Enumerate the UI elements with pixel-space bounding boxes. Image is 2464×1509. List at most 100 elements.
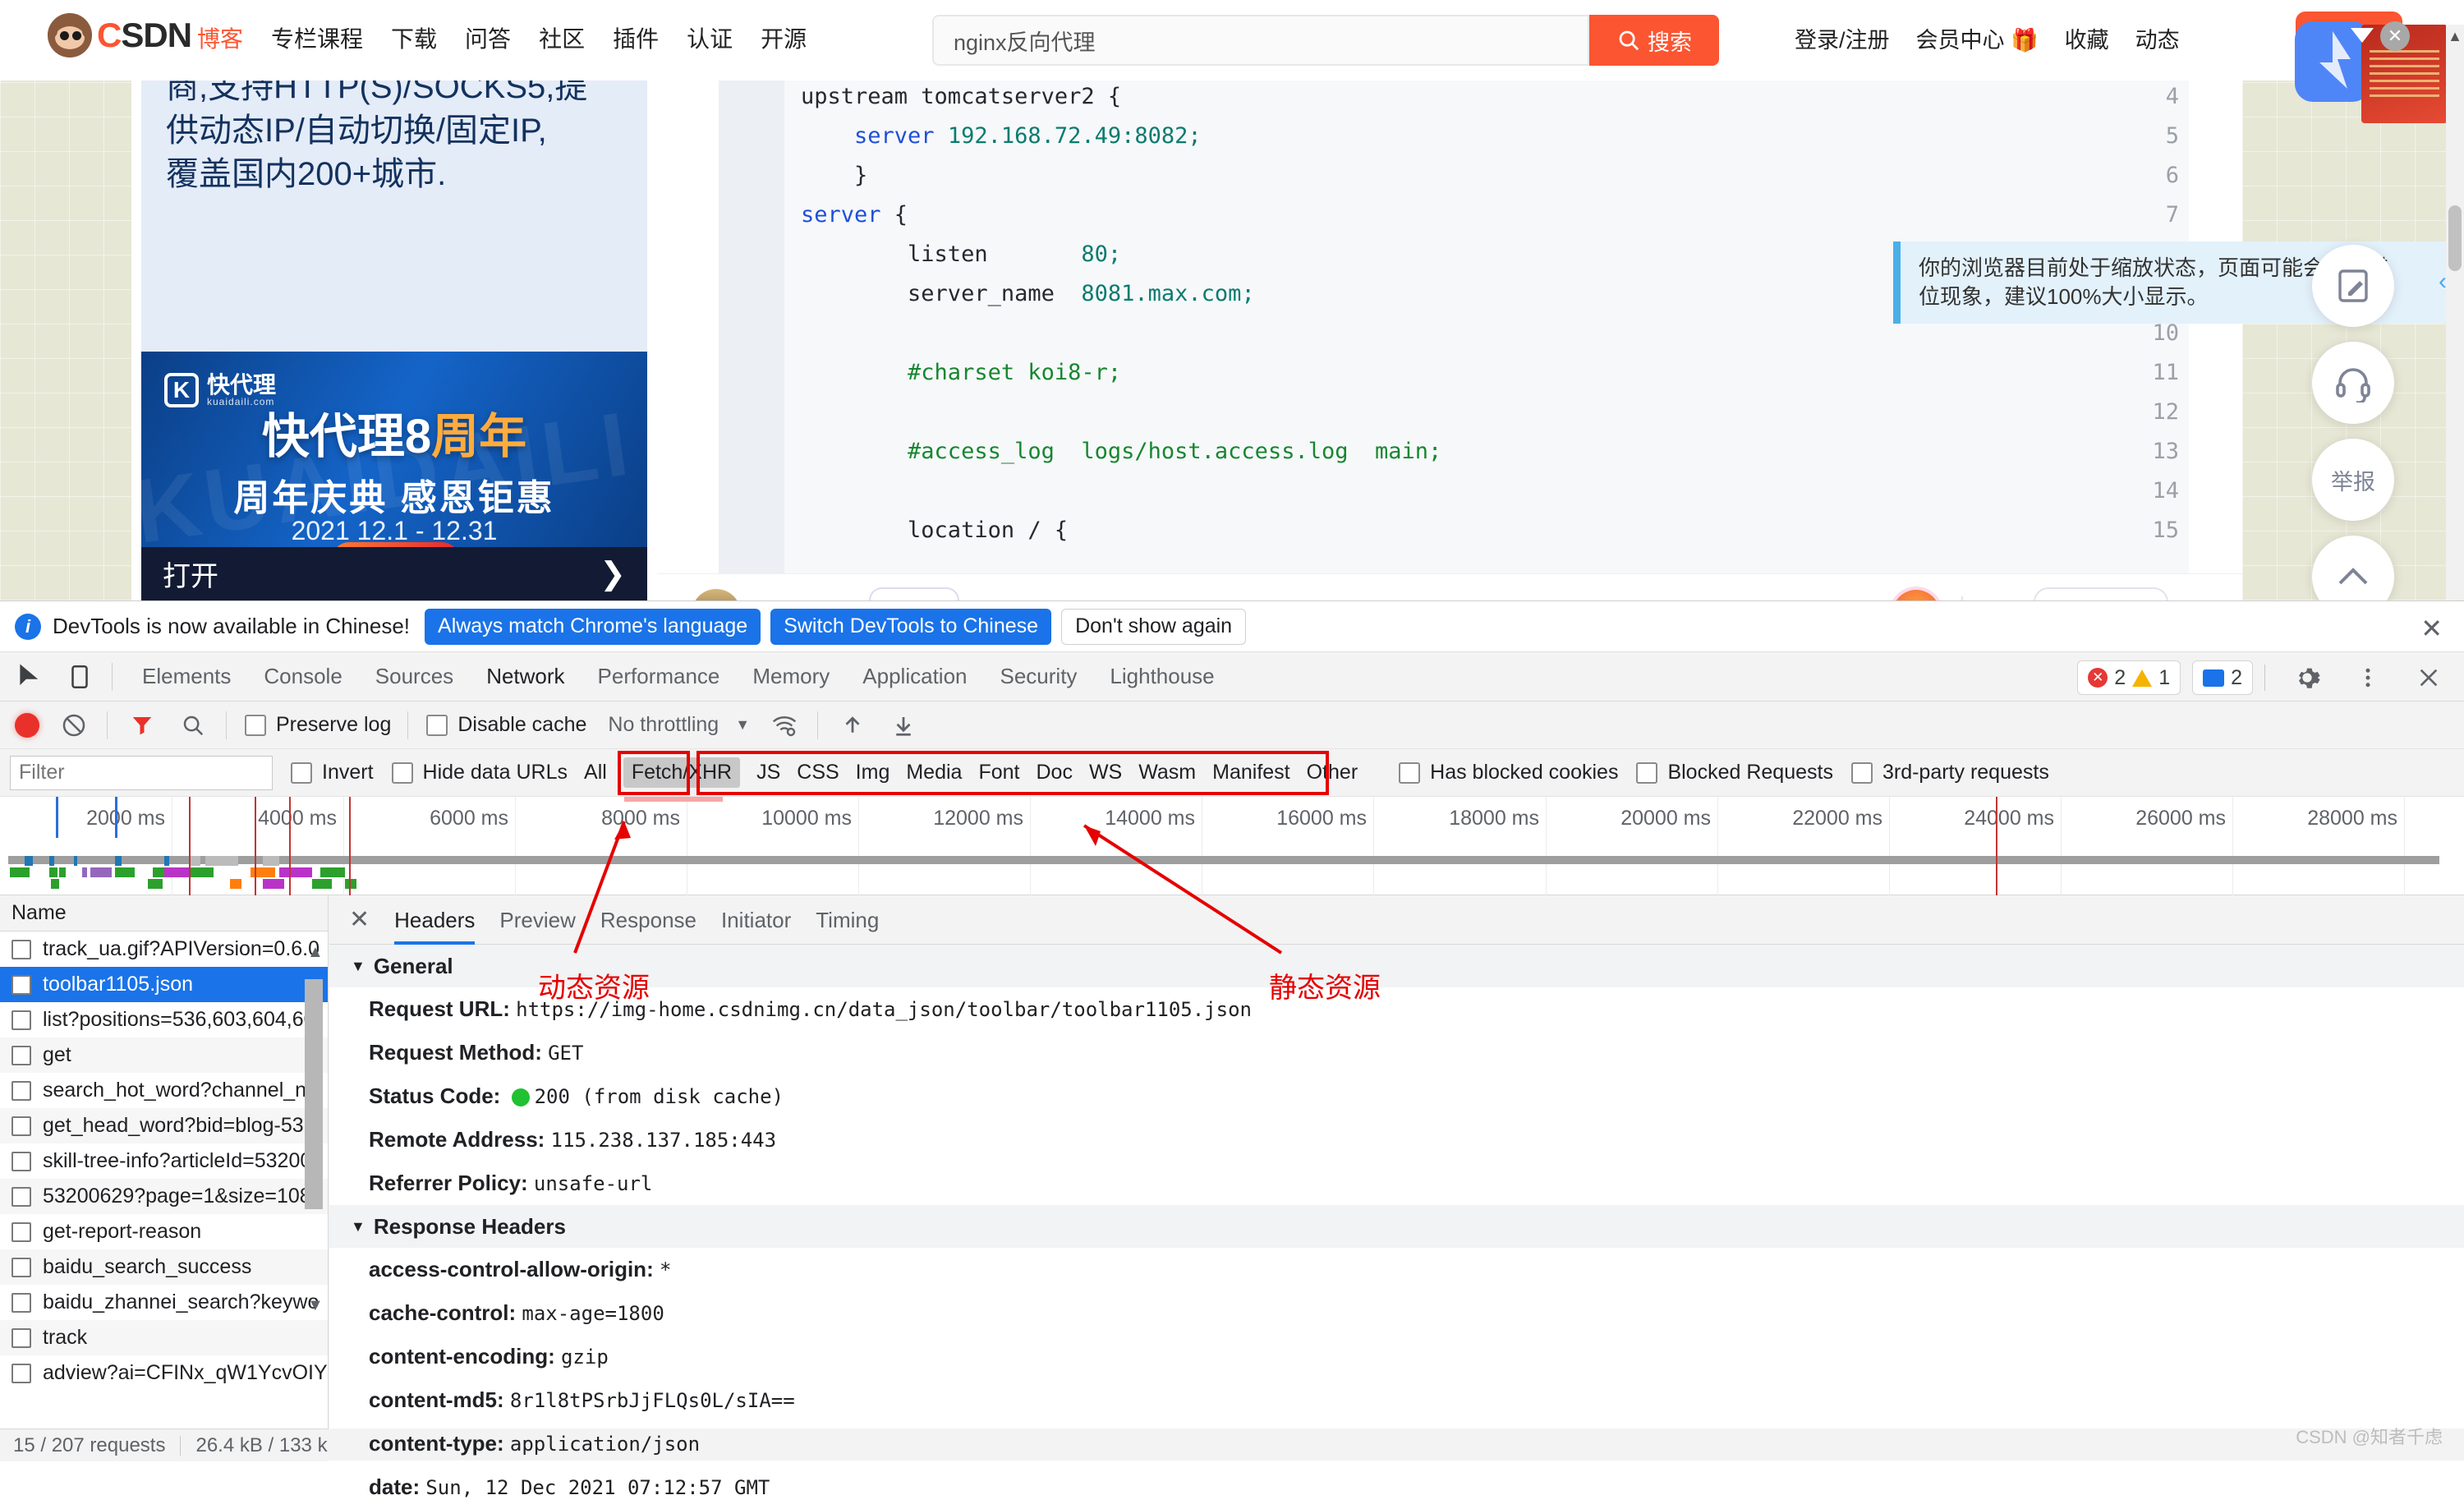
details-tab-preview[interactable]: Preview bbox=[499, 895, 575, 945]
gear-icon[interactable] bbox=[2288, 659, 2326, 697]
tab-elements[interactable]: Elements bbox=[126, 664, 247, 689]
blocked-requests-checkbox[interactable]: Blocked Requests bbox=[1636, 761, 1833, 784]
nav-item-6[interactable]: 认证 bbox=[687, 21, 733, 54]
headset-icon[interactable] bbox=[2312, 342, 2394, 424]
banner-close-icon[interactable]: ✕ bbox=[2380, 21, 2410, 51]
disable-cache-checkbox[interactable]: Disable cache bbox=[426, 713, 586, 737]
csdn-logo[interactable]: CSDN bbox=[48, 13, 192, 58]
tab-network[interactable]: Network bbox=[470, 664, 581, 689]
has-blocked-cookies-checkbox[interactable]: Has blocked cookies bbox=[1399, 761, 1618, 784]
user-nav-item-3[interactable]: 动态 bbox=[2135, 22, 2180, 54]
checkbox-icon[interactable] bbox=[11, 939, 31, 959]
request-list-item[interactable]: baidu_search_success bbox=[0, 1249, 328, 1285]
details-tab-initiator[interactable]: Initiator bbox=[721, 895, 791, 945]
request-list-item[interactable]: track_ua.gif?APIVersion=0.6.0 bbox=[0, 932, 328, 967]
request-list-item[interactable]: get_head_word?bid=blog-53. bbox=[0, 1108, 328, 1143]
close-icon[interactable]: ✕ bbox=[2420, 613, 2443, 644]
checkbox-icon[interactable] bbox=[11, 1045, 31, 1065]
tab-memory[interactable]: Memory bbox=[736, 664, 846, 689]
back-to-top-icon[interactable] bbox=[2312, 536, 2394, 600]
nav-item-3[interactable]: 问答 bbox=[465, 21, 511, 54]
request-list-item[interactable]: skill-tree-info?articleId=53200 bbox=[0, 1143, 328, 1179]
checkbox-icon[interactable] bbox=[11, 1292, 31, 1313]
column-toc-button[interactable]: 专栏目录 bbox=[2034, 587, 2168, 600]
type-filter-other[interactable]: Other bbox=[1307, 761, 1358, 784]
checkbox-icon[interactable] bbox=[11, 1080, 31, 1101]
request-list-item[interactable]: get-report-reason bbox=[0, 1214, 328, 1249]
type-filter-media[interactable]: Media bbox=[906, 761, 962, 784]
third-party-requests-checkbox[interactable]: 3rd-party requests bbox=[1850, 761, 2049, 784]
tab-application[interactable]: Application bbox=[846, 664, 983, 689]
requests-scrollbar[interactable]: ▲ ▼ bbox=[305, 943, 324, 1329]
tab-console[interactable]: Console bbox=[247, 664, 358, 689]
type-filter-css[interactable]: CSS bbox=[797, 761, 839, 784]
tab-performance[interactable]: Performance bbox=[582, 664, 737, 689]
switch-to-chinese-button[interactable]: Switch DevTools to Chinese bbox=[770, 608, 1052, 645]
clear-icon[interactable] bbox=[57, 709, 90, 742]
ad-open-bar[interactable]: 打开 ❯ bbox=[141, 547, 647, 600]
request-list-item[interactable]: search_hot_word?channel_na. bbox=[0, 1073, 328, 1108]
avatar[interactable] bbox=[692, 588, 741, 600]
throttling-select[interactable]: No throttling bbox=[608, 713, 719, 737]
details-tab-timing[interactable]: Timing bbox=[816, 895, 879, 945]
requests-column-header[interactable]: Name bbox=[0, 895, 328, 932]
request-list-item[interactable]: get bbox=[0, 1037, 328, 1073]
edit-icon[interactable] bbox=[2312, 245, 2394, 327]
request-list-item[interactable]: toolbar1105.json bbox=[0, 967, 328, 1002]
scroll-up-arrow-icon[interactable]: ▲ bbox=[307, 943, 324, 962]
general-section-header[interactable]: ▼ General bbox=[329, 945, 2464, 987]
export-har-icon[interactable] bbox=[887, 709, 920, 742]
search-input[interactable] bbox=[952, 16, 1568, 64]
tab-security[interactable]: Security bbox=[984, 664, 1094, 689]
nav-item-5[interactable]: 插件 bbox=[613, 21, 659, 54]
nav-item-2[interactable]: 下载 bbox=[391, 21, 437, 54]
issues-counts-pill[interactable]: ✕ 2 1 bbox=[2077, 660, 2181, 695]
scroll-up-arrow-icon[interactable]: ▲ bbox=[2448, 28, 2462, 45]
follow-button[interactable]: 关注 bbox=[869, 587, 959, 600]
checkbox-icon[interactable] bbox=[11, 1327, 31, 1348]
more-options-icon[interactable] bbox=[2349, 659, 2387, 697]
request-list-item[interactable]: adview?ai=CFINx_qW1YcvOIY bbox=[0, 1355, 328, 1391]
user-nav-item-2[interactable]: 收藏 bbox=[2065, 22, 2109, 54]
type-filter-img[interactable]: Img bbox=[856, 761, 890, 784]
checkbox-icon[interactable] bbox=[11, 1363, 31, 1383]
checkbox-icon[interactable] bbox=[11, 1221, 31, 1242]
page-scrollbar-thumb[interactable] bbox=[2448, 205, 2462, 271]
search-button[interactable]: 搜索 bbox=[1589, 15, 1719, 66]
checkbox-icon[interactable] bbox=[11, 1186, 31, 1207]
network-conditions-icon[interactable] bbox=[768, 709, 801, 742]
tab-sources[interactable]: Sources bbox=[359, 664, 470, 689]
tab-lighthouse[interactable]: Lighthouse bbox=[1093, 664, 1230, 689]
close-details-icon[interactable]: ✕ bbox=[349, 905, 370, 934]
messages-pill[interactable]: 2 bbox=[2192, 660, 2253, 695]
nav-item-7[interactable]: 开源 bbox=[761, 21, 807, 54]
inspect-element-icon[interactable] bbox=[11, 658, 49, 696]
checkbox-icon[interactable] bbox=[11, 1257, 31, 1277]
request-list-item[interactable]: 53200629?page=1&size=108 bbox=[0, 1179, 328, 1214]
search-box[interactable] bbox=[932, 15, 1589, 66]
type-filter-ws[interactable]: WS bbox=[1089, 761, 1122, 784]
chevron-down-icon[interactable]: ▼ bbox=[735, 716, 750, 734]
filter-icon[interactable] bbox=[126, 709, 159, 742]
network-overview-timeline[interactable]: 2000 ms 4000 ms 6000 ms 8000 ms 10000 ms 1200… bbox=[0, 797, 2464, 895]
invert-checkbox[interactable]: Invert bbox=[291, 761, 374, 784]
filter-input[interactable] bbox=[10, 755, 273, 790]
record-button[interactable] bbox=[15, 712, 39, 738]
nav-item-1[interactable]: 专栏课程 bbox=[271, 21, 363, 54]
device-toolbar-icon[interactable] bbox=[61, 658, 99, 696]
dont-show-again-button[interactable]: Don't show again bbox=[1061, 608, 1247, 645]
checkbox-icon[interactable] bbox=[11, 1151, 31, 1171]
scroll-down-arrow-icon[interactable]: ▼ bbox=[307, 1296, 324, 1315]
requests-scrollbar-thumb[interactable] bbox=[305, 979, 323, 1209]
import-har-icon[interactable] bbox=[836, 709, 869, 742]
search-icon[interactable] bbox=[177, 709, 209, 742]
nav-item-0[interactable]: 博客 bbox=[197, 21, 243, 54]
request-list-item[interactable]: track bbox=[0, 1320, 328, 1355]
type-filter-manifest[interactable]: Manifest bbox=[1212, 761, 1289, 784]
type-filter-font[interactable]: Font bbox=[978, 761, 1019, 784]
user-nav-item-1[interactable]: 会员中心 🎁 bbox=[1916, 22, 2039, 54]
hide-data-urls-checkbox[interactable]: Hide data URLs bbox=[391, 761, 568, 784]
details-tab-headers[interactable]: Headers bbox=[394, 895, 476, 945]
response-headers-section-header[interactable]: ▼ Response Headers bbox=[329, 1205, 2464, 1248]
request-list-item[interactable]: baidu_zhannei_search?keywo bbox=[0, 1285, 328, 1320]
